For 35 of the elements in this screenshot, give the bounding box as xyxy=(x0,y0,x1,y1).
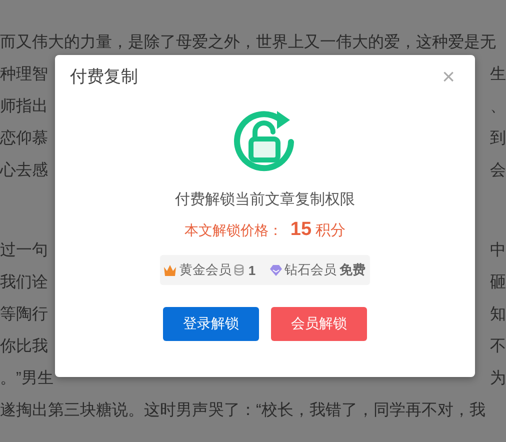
article-text: 过一句 xyxy=(0,240,48,260)
dialog-title: 付费复制 xyxy=(70,66,138,88)
article-text: 而又伟大的力量，是除了母爱之外，世界上又一伟大的爱，这种爱是无 xyxy=(0,32,496,52)
article-text: 心去感 xyxy=(0,160,48,180)
article-text: 不 xyxy=(490,336,506,356)
article-text: 师指出 xyxy=(0,96,48,116)
article-text: 、 xyxy=(490,96,506,116)
price-label: 本文解锁价格： xyxy=(184,222,282,240)
article-text: 恋仰慕 xyxy=(0,128,48,148)
close-button[interactable]: × xyxy=(438,66,459,88)
article-text: 到 xyxy=(490,128,506,148)
article-text: 等陶行 xyxy=(0,304,48,324)
membership-price: 1 xyxy=(248,262,256,278)
unlock-button[interactable]: 登录解锁 xyxy=(163,307,259,341)
article-text: 生 xyxy=(490,64,506,84)
price-unit: 积分 xyxy=(316,221,346,240)
article-text: 遂掏出第三块糖说。这时男声哭了：“校长，我错了，同学再不对，我 xyxy=(0,400,486,420)
article-text: 砸 xyxy=(490,272,506,292)
article-text: 中 xyxy=(490,240,506,260)
membership-label: 钻石会员 xyxy=(284,261,337,279)
article-text: 为 xyxy=(490,368,506,388)
unlock-message: 付费解锁当前文章复制权限 xyxy=(175,190,355,209)
article-text: 知 xyxy=(490,304,506,324)
article-text: 我们诠 xyxy=(0,272,48,292)
diamond-icon xyxy=(270,264,282,276)
crown-icon xyxy=(164,264,176,276)
coin-stack-icon xyxy=(234,264,246,276)
article-text: 。”男生 xyxy=(0,368,54,388)
article-text: 会 xyxy=(490,160,506,180)
article-text: 你比我 xyxy=(0,336,48,356)
membership-price: 免费 xyxy=(340,261,366,279)
membership-label: 黄金会员 xyxy=(179,261,232,279)
price-amount: 15 xyxy=(290,219,312,241)
article-text: 种理智 xyxy=(0,64,48,84)
unlock-button[interactable]: 会员解锁 xyxy=(271,307,367,341)
